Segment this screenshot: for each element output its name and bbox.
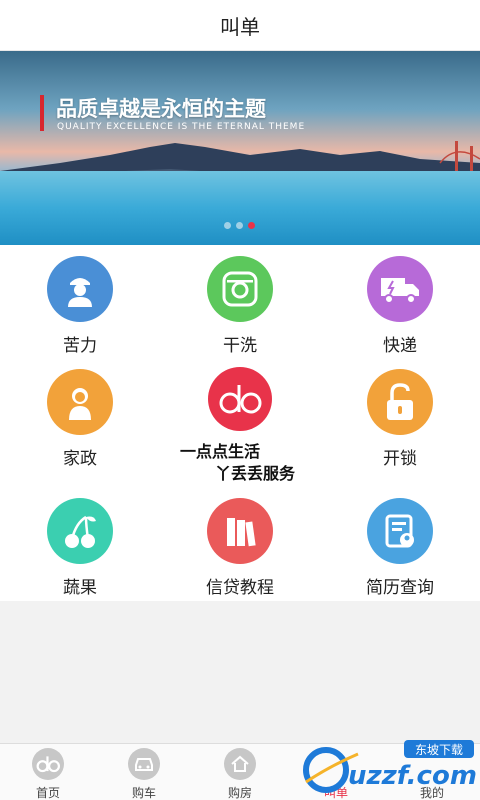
watermark-tag: 东坡下载 bbox=[415, 743, 463, 757]
tab-label: 购房 bbox=[227, 786, 252, 800]
banner-water bbox=[0, 171, 480, 245]
do-logo-icon bbox=[219, 385, 262, 414]
tab-buy-house[interactable]: 购房 bbox=[192, 744, 288, 800]
pagination-dot[interactable] bbox=[224, 222, 231, 229]
service-label: 快递 bbox=[383, 336, 417, 356]
books-icon bbox=[207, 498, 273, 564]
service-label: 干洗 bbox=[223, 336, 257, 356]
service-kuli[interactable]: 苦力 bbox=[0, 256, 160, 356]
pagination-dot[interactable] bbox=[236, 222, 243, 229]
banner-accent-bar bbox=[40, 95, 44, 131]
housekeeper-icon bbox=[47, 369, 113, 435]
service-label: 蔬果 bbox=[63, 578, 97, 598]
service-resume-query[interactable]: 简历查询 bbox=[320, 498, 480, 598]
service-label: 简历查询 bbox=[366, 578, 434, 598]
banner-pagination bbox=[224, 222, 255, 229]
service-label: 信贷教程 bbox=[206, 578, 274, 598]
banner-headline: 品质卓越是永恒的主题 bbox=[56, 97, 266, 121]
banner-subline: QUALITY EXCELLENCE IS THE ETERNAL THEME bbox=[57, 122, 306, 132]
service-label: 苦力 bbox=[63, 336, 97, 356]
service-label: 开锁 bbox=[383, 449, 417, 469]
worker-icon bbox=[47, 256, 113, 322]
cherry-icon bbox=[47, 498, 113, 564]
do-logo-icon bbox=[32, 748, 64, 780]
app-header: 叫单 bbox=[0, 0, 480, 51]
service-housekeeping[interactable]: 家政 bbox=[0, 369, 160, 469]
car-icon bbox=[128, 748, 160, 780]
service-label: 家政 bbox=[63, 449, 97, 469]
pagination-dot-active[interactable] bbox=[248, 222, 255, 229]
tab-buy-car[interactable]: 购车 bbox=[96, 744, 192, 800]
page-title: 叫单 bbox=[220, 14, 260, 39]
resume-icon bbox=[367, 498, 433, 564]
uzzf-watermark-logo: 东坡下载 uzzf.com bbox=[303, 740, 477, 793]
service-dry-clean[interactable]: 干洗 bbox=[160, 256, 320, 356]
delivery-truck-icon bbox=[367, 256, 433, 322]
service-fruits[interactable]: 蔬果 bbox=[0, 498, 160, 598]
tab-label: 首页 bbox=[35, 786, 60, 800]
house-icon bbox=[224, 748, 256, 780]
promo-banner[interactable]: 品质卓越是永恒的主题 QUALITY EXCELLENCE IS THE ETE… bbox=[0, 51, 480, 245]
brand-slogan-line1: 一点点生活 bbox=[180, 442, 261, 461]
service-credit-tutorial[interactable]: 信贷教程 bbox=[160, 498, 320, 598]
service-express[interactable]: 快递 bbox=[320, 256, 480, 356]
unlock-icon bbox=[367, 369, 433, 435]
tab-home[interactable]: 首页 bbox=[0, 744, 96, 800]
brand-logo[interactable] bbox=[208, 367, 272, 431]
watermark-text: uzzf.com bbox=[348, 761, 477, 791]
tab-label: 购车 bbox=[131, 786, 156, 800]
camera-icon bbox=[207, 256, 273, 322]
brand-slogan-line2: 丫丢丢服务 bbox=[215, 464, 296, 483]
service-unlock[interactable]: 开锁 bbox=[320, 369, 480, 469]
